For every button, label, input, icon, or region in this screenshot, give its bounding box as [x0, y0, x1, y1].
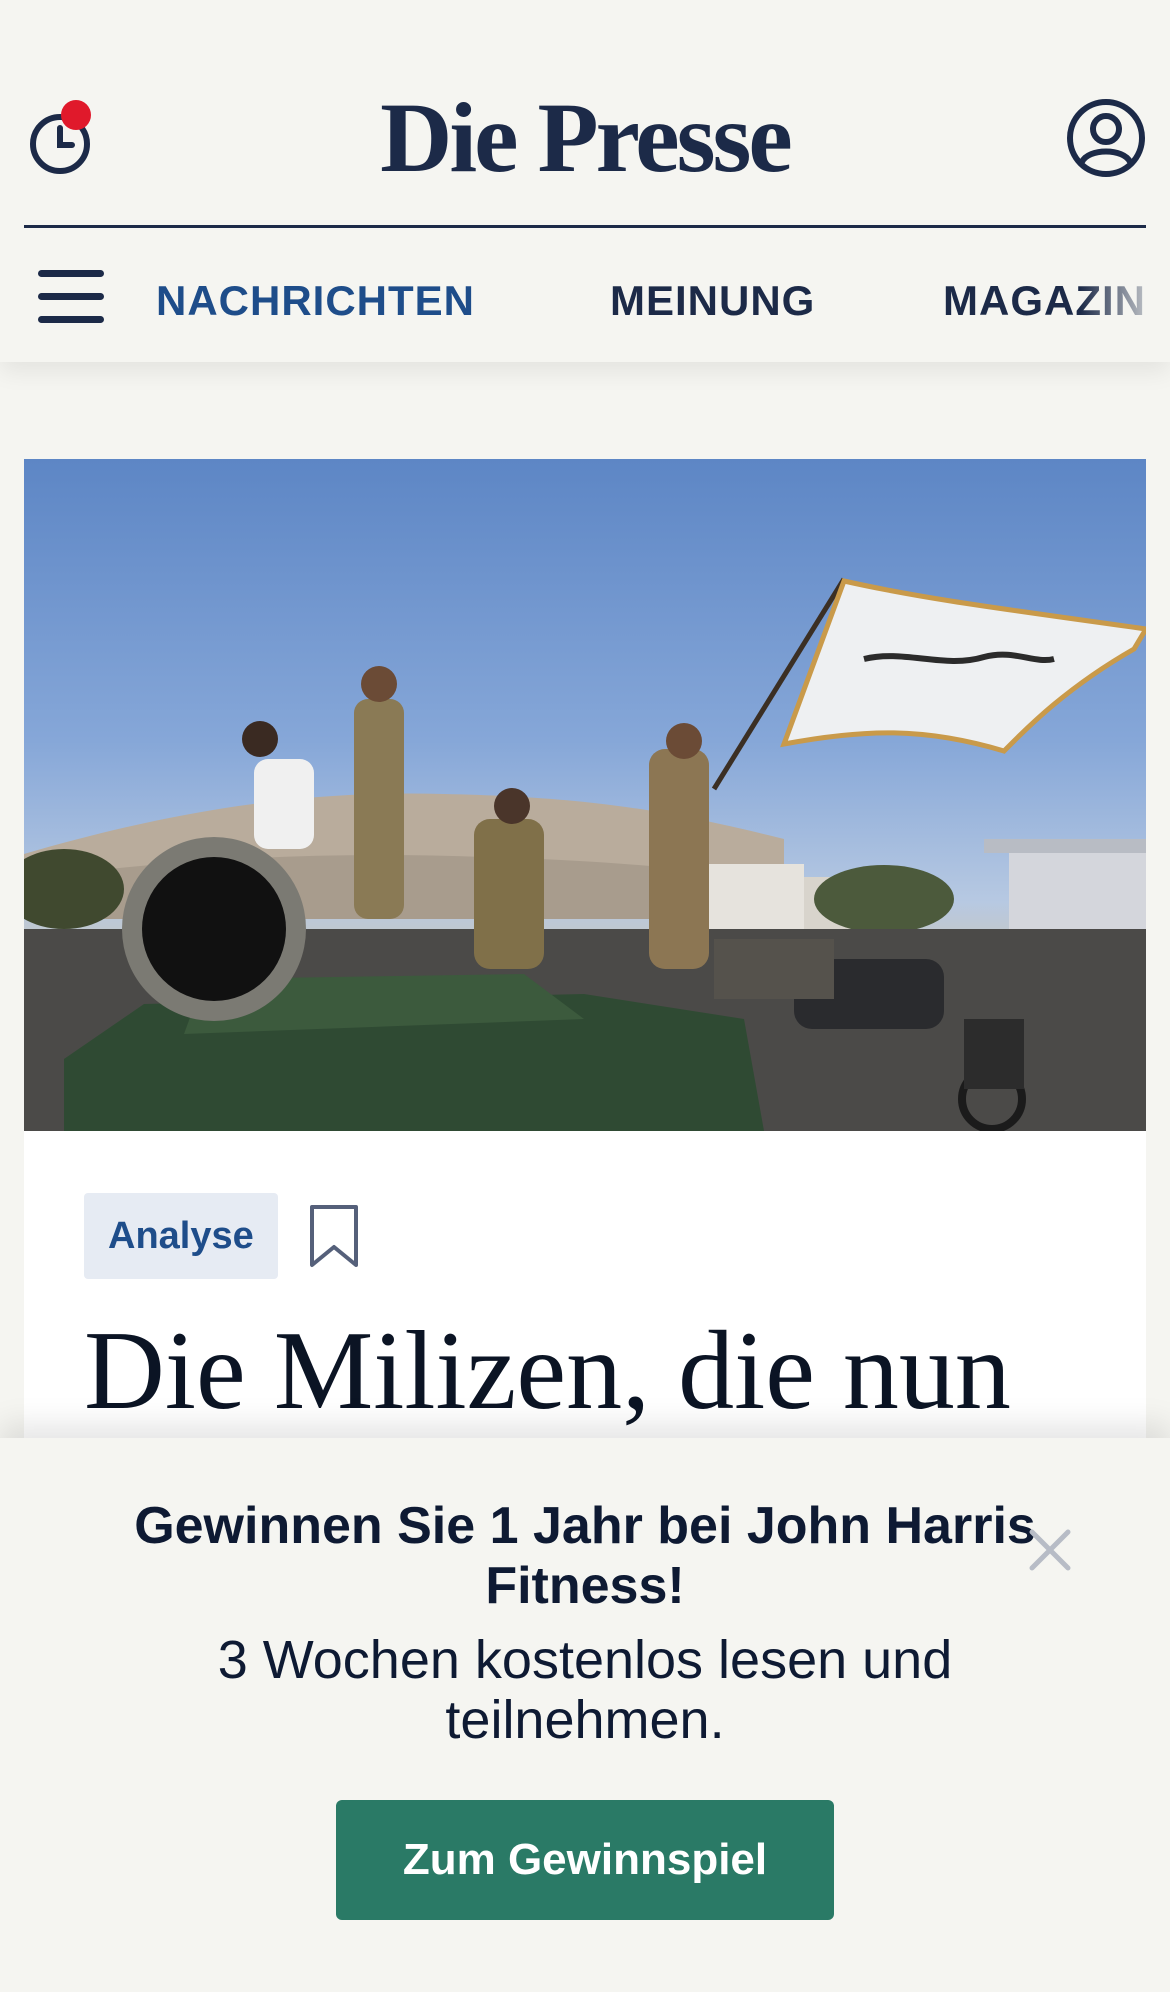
- page: Die Presse NACHRICHTEN MEINUNG MAGAZIN A…: [0, 0, 1170, 1992]
- user-circle-icon: [1067, 99, 1145, 177]
- bookmark-icon: [310, 1205, 358, 1267]
- main-navigation: NACHRICHTEN MEINUNG MAGAZIN: [0, 258, 1170, 338]
- promo-overlay: Gewinnen Sie 1 Jahr bei John Harris Fitn…: [0, 1438, 1170, 1992]
- header-divider: [24, 225, 1146, 228]
- bookmark-button[interactable]: [306, 1203, 362, 1269]
- site-header: Die Presse NACHRICHTEN MEINUNG MAGAZIN: [0, 0, 1170, 362]
- close-button[interactable]: [1024, 1524, 1076, 1576]
- article-headline[interactable]: Die Milizen, die nun: [84, 1311, 1094, 1431]
- account-button[interactable]: [1066, 98, 1146, 178]
- article-card[interactable]: Analyse Die Milizen, die nun: [24, 459, 1146, 1559]
- promo-subtitle: 3 Wochen kostenlos lesen und teilnehmen.: [217, 1630, 953, 1750]
- close-icon: [1029, 1529, 1071, 1571]
- category-badge[interactable]: Analyse: [84, 1193, 278, 1279]
- nav-item-meinung[interactable]: MEINUNG: [610, 276, 815, 326]
- promo-title: Gewinnen Sie 1 Jahr bei John Harris Fitn…: [134, 1497, 1036, 1615]
- hamburger-menu-icon[interactable]: [38, 270, 104, 324]
- hero-illustration: [24, 577, 1146, 1131]
- article-hero-image[interactable]: [24, 459, 1146, 1131]
- nav-item-nachrichten[interactable]: NACHRICHTEN: [156, 276, 475, 326]
- gewinnspiel-button[interactable]: Zum Gewinnspiel: [336, 1800, 834, 1920]
- nav-item-magazin[interactable]: MAGAZIN: [943, 276, 1146, 326]
- site-logo[interactable]: Die Presse: [0, 78, 1170, 198]
